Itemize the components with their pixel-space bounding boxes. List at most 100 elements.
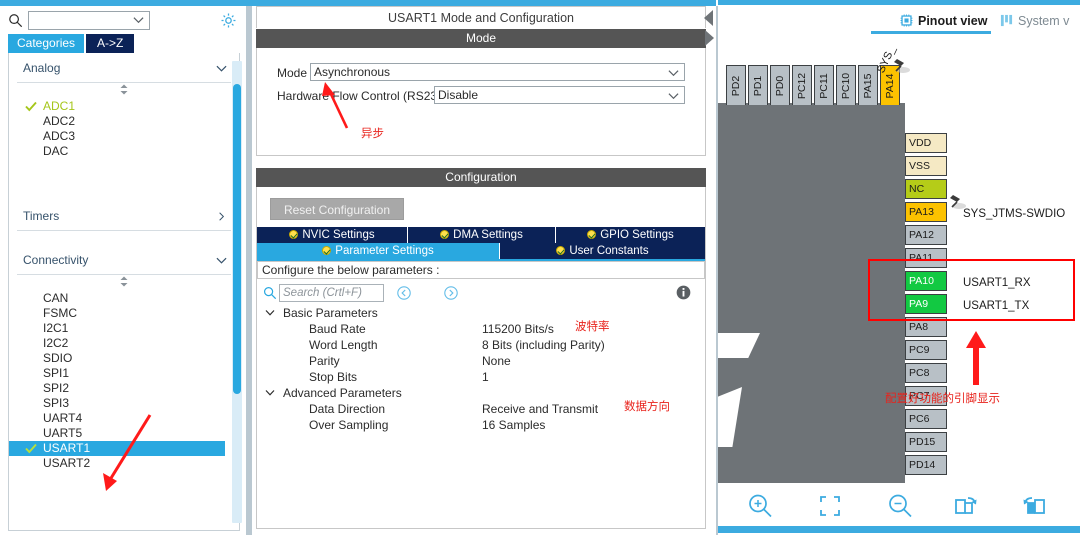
param-value: None bbox=[482, 354, 511, 368]
parameter-search-input[interactable]: Search (Crtl+F) bbox=[279, 284, 384, 302]
peripheral-item-sdio[interactable]: SDIO bbox=[9, 351, 239, 366]
pin-top-pd1[interactable]: PD1 bbox=[748, 65, 768, 105]
fit-to-screen-icon[interactable] bbox=[814, 491, 846, 521]
peripheral-item-i2c2[interactable]: I2C2 bbox=[9, 336, 239, 351]
flip-icon[interactable] bbox=[1070, 491, 1080, 521]
check-badge-icon bbox=[289, 230, 299, 239]
previous-match-icon[interactable] bbox=[397, 286, 411, 300]
reset-configuration-button[interactable]: Reset Configuration bbox=[270, 198, 404, 220]
pin-right-pa13[interactable]: PA13 bbox=[905, 202, 947, 222]
peripheral-item-adc2[interactable]: ADC2 bbox=[9, 114, 239, 129]
hw-flow-control-value: Disable bbox=[438, 88, 479, 102]
peripheral-item-i2c1[interactable]: I2C1 bbox=[9, 321, 239, 336]
param-row-stop-bits[interactable]: Stop Bits 1 bbox=[257, 369, 705, 385]
pin-top-pa15[interactable]: PA15 bbox=[858, 65, 878, 105]
pin-top-pd0[interactable]: PD0 bbox=[770, 65, 790, 105]
pin-right-vdd[interactable]: VDD bbox=[905, 133, 947, 153]
tab-dma-settings[interactable]: DMA Settings bbox=[408, 227, 556, 243]
timers-group-spacer bbox=[9, 231, 239, 245]
annotation-arrow-usart1 bbox=[103, 414, 152, 491]
group-header-timers[interactable]: Timers bbox=[17, 205, 231, 231]
hw-flow-control-select[interactable]: Disable bbox=[434, 86, 685, 104]
peripheral-item-spi2[interactable]: SPI2 bbox=[9, 381, 239, 396]
tab-pinout-view[interactable]: Pinout view bbox=[918, 11, 987, 31]
tab-a-to-z[interactable]: A->Z bbox=[86, 34, 135, 53]
peripheral-label: I2C2 bbox=[43, 336, 69, 350]
analog-group-spacer bbox=[9, 159, 239, 201]
panel-collapse-arrows[interactable] bbox=[703, 8, 715, 50]
spinner-up-down-icon bbox=[120, 276, 128, 287]
spinner-up-down-icon bbox=[120, 84, 128, 95]
tab-label: DMA Settings bbox=[453, 229, 523, 241]
pin-top-pc10[interactable]: PC10 bbox=[836, 65, 856, 105]
annotation-arrow-mode bbox=[322, 82, 349, 129]
search-combobox[interactable] bbox=[28, 11, 150, 30]
param-group-basic[interactable]: Basic Parameters bbox=[257, 305, 705, 321]
param-row-word-length[interactable]: Word Length 8 Bits (including Parity) bbox=[257, 337, 705, 353]
rotate-right-icon[interactable] bbox=[950, 491, 982, 521]
peripheral-item-dac[interactable]: DAC bbox=[9, 144, 239, 159]
pinout-view-panel: Pinout view System v PD2 PD1 PD0 PC12 PC… bbox=[718, 5, 1080, 535]
peripheral-item-spi1[interactable]: SPI1 bbox=[9, 366, 239, 381]
pin-top-pd2[interactable]: PD2 bbox=[726, 65, 746, 105]
peripheral-item-spi3[interactable]: SPI3 bbox=[9, 396, 239, 411]
tab-nvic-settings[interactable]: NVIC Settings bbox=[257, 227, 408, 243]
tab-gpio-settings[interactable]: GPIO Settings bbox=[556, 227, 705, 243]
tab-categories[interactable]: Categories bbox=[8, 34, 85, 53]
pin-right-pc8[interactable]: PC8 bbox=[905, 363, 947, 383]
param-value: 115200 Bits/s bbox=[482, 322, 554, 336]
pin-right-vss[interactable]: VSS bbox=[905, 156, 947, 176]
pin-label: NC bbox=[909, 183, 925, 195]
pin-label: PA15 bbox=[862, 73, 874, 98]
annotation-baud-rate: 波特率 bbox=[575, 321, 610, 333]
pin-right-pd15[interactable]: PD15 bbox=[905, 432, 947, 452]
check-badge-icon bbox=[556, 246, 566, 255]
chevron-down-icon bbox=[668, 70, 679, 77]
gear-icon[interactable] bbox=[220, 12, 237, 29]
pin-top-pc12[interactable]: PC12 bbox=[792, 65, 812, 105]
param-row-baud-rate[interactable]: Baud Rate 115200 Bits/s 波特率 bbox=[257, 321, 705, 337]
zoom-in-icon[interactable] bbox=[744, 491, 776, 521]
param-row-over-sampling[interactable]: Over Sampling 16 Samples bbox=[257, 417, 705, 433]
group-header-analog[interactable]: Analog bbox=[17, 57, 231, 83]
pin-right-pc6[interactable]: PC6 bbox=[905, 409, 947, 429]
pin-label: PD2 bbox=[730, 75, 742, 96]
zoom-out-icon[interactable] bbox=[884, 491, 916, 521]
app-root: Categories A->Z Analog ADC1 ADC2 ADC3 DA… bbox=[0, 0, 1080, 535]
config-tabs-row-1: NVIC Settings DMA Settings GPIO Settings bbox=[257, 227, 705, 243]
mode-select[interactable]: Asynchronous bbox=[310, 63, 685, 81]
pin-top-pc11[interactable]: PC11 bbox=[814, 65, 834, 105]
bottom-accent-bar bbox=[718, 526, 1080, 533]
category-az-tabs: Categories A->Z bbox=[0, 34, 248, 53]
peripheral-item-adc1[interactable]: ADC1 bbox=[9, 99, 239, 114]
peripheral-label: ADC1 bbox=[43, 99, 76, 113]
tab-user-constants[interactable]: User Constants bbox=[500, 243, 705, 259]
pin-label: PA13 bbox=[909, 206, 934, 218]
peripheral-item-fsmc[interactable]: FSMC bbox=[9, 306, 239, 321]
pin-right-pc9[interactable]: PC9 bbox=[905, 340, 947, 360]
pin-right-pa12[interactable]: PA12 bbox=[905, 225, 947, 245]
connectivity-scroll-spinner[interactable] bbox=[9, 275, 239, 289]
tab-system-view[interactable]: System v bbox=[1018, 11, 1069, 31]
peripheral-item-can[interactable]: CAN bbox=[9, 291, 239, 306]
left-scrollbar-thumb[interactable] bbox=[233, 84, 241, 394]
pin-right-pd14[interactable]: PD14 bbox=[905, 455, 947, 475]
peripheral-item-adc3[interactable]: ADC3 bbox=[9, 129, 239, 144]
param-row-parity[interactable]: Parity None bbox=[257, 353, 705, 369]
pin-right-nc[interactable]: NC bbox=[905, 179, 947, 199]
group-header-connectivity[interactable]: Connectivity bbox=[17, 249, 231, 275]
param-name: Data Direction bbox=[309, 402, 386, 416]
param-row-data-direction[interactable]: Data Direction Receive and Transmit 数据方向 bbox=[257, 401, 705, 417]
pin-label: PC8 bbox=[909, 367, 930, 379]
tab-parameter-settings[interactable]: Parameter Settings bbox=[257, 243, 500, 259]
next-match-icon[interactable] bbox=[444, 286, 458, 300]
mode-select-value: Asynchronous bbox=[314, 65, 391, 79]
param-name: Stop Bits bbox=[309, 370, 358, 384]
chip-diagram[interactable]: PD2 PD1 PD0 PC12 PC11 PC10 PA15 PA14 SYS… bbox=[718, 35, 1080, 485]
rotate-left-icon[interactable] bbox=[1018, 491, 1050, 521]
info-icon[interactable] bbox=[676, 285, 691, 300]
annotation-mode-text: 异步 bbox=[361, 128, 384, 140]
analog-scroll-spinner[interactable] bbox=[9, 83, 239, 97]
tab-label: NVIC Settings bbox=[302, 229, 375, 241]
pin-marker-icon bbox=[950, 195, 966, 209]
